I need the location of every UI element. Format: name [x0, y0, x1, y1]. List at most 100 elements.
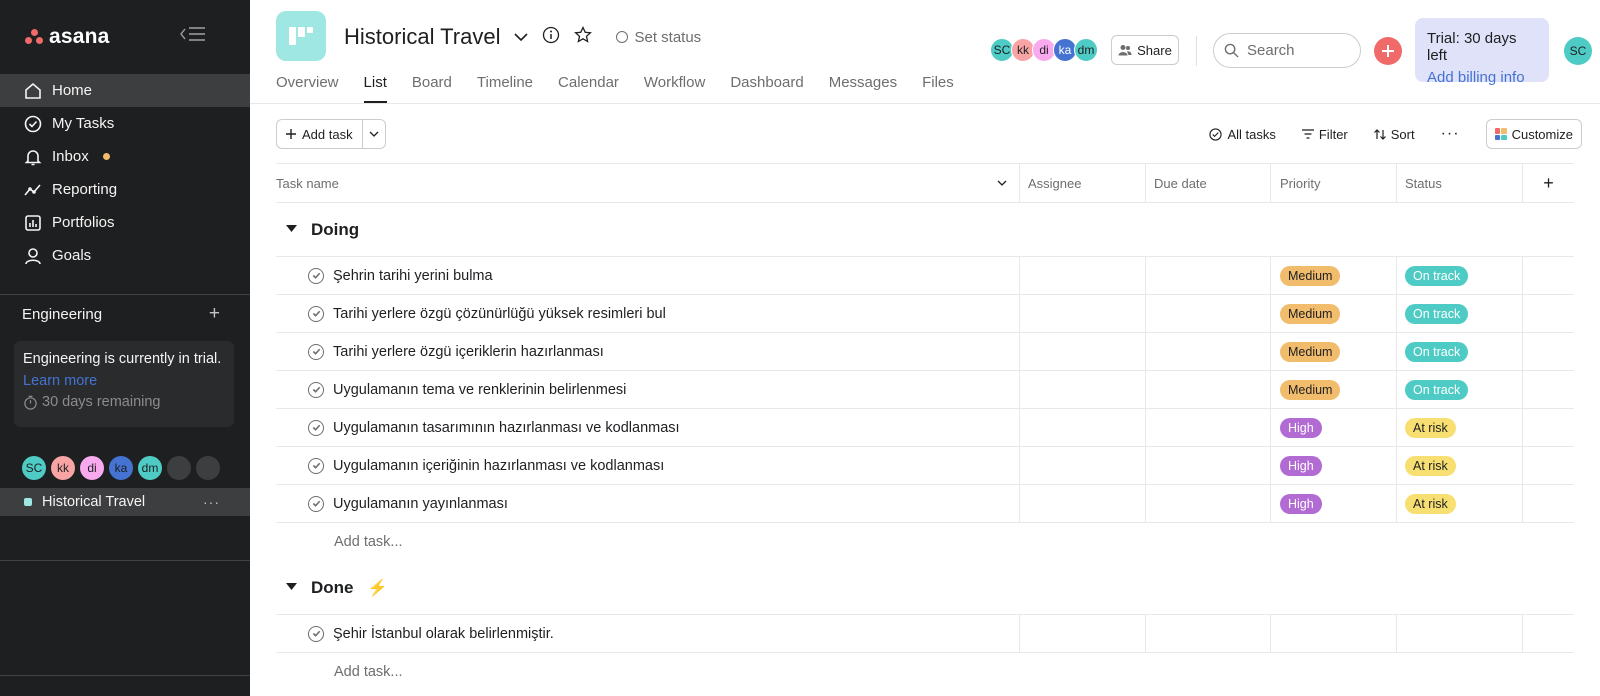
task-name[interactable]: Şehrin tarihi yerini bulma: [333, 268, 493, 284]
section-header[interactable]: Done ⚡: [276, 561, 1574, 615]
tab-workflow[interactable]: Workflow: [644, 74, 705, 102]
sidebar-item-goals[interactable]: Goals: [0, 239, 250, 272]
task-name-cell[interactable]: Uygulamanın tasarımının hazırlanması ve …: [276, 409, 1020, 446]
set-status-button[interactable]: Set status: [616, 29, 701, 46]
table-row[interactable]: Uygulamanın yayınlanması High At risk: [276, 485, 1574, 523]
info-icon[interactable]: [542, 26, 560, 49]
status-cell[interactable]: At risk: [1397, 485, 1523, 522]
task-name-cell[interactable]: Tarihi yerlere özgü içeriklerin hazırlan…: [276, 333, 1020, 370]
more-icon[interactable]: ···: [203, 494, 220, 510]
tab-messages[interactable]: Messages: [829, 74, 897, 102]
column-header-status[interactable]: Status: [1397, 164, 1523, 202]
table-row[interactable]: Şehir İstanbul olarak belirlenmiştir.: [276, 615, 1574, 653]
due-date-cell[interactable]: [1146, 409, 1271, 446]
learn-more-link[interactable]: Learn more: [23, 373, 225, 389]
due-date-cell[interactable]: [1146, 333, 1271, 370]
status-cell[interactable]: On track: [1397, 257, 1523, 294]
all-tasks-button[interactable]: All tasks: [1209, 127, 1276, 142]
due-date-cell[interactable]: [1146, 485, 1271, 522]
avatar[interactable]: SC: [22, 456, 46, 480]
customize-button[interactable]: Customize: [1485, 119, 1582, 149]
due-date-cell[interactable]: [1146, 615, 1271, 652]
task-name-cell[interactable]: Uygulamanın tema ve renklerinin belirlen…: [276, 371, 1020, 408]
sidebar-item-portfolios[interactable]: Portfolios: [0, 206, 250, 239]
table-row[interactable]: Şehrin tarihi yerini bulma Medium On track: [276, 257, 1574, 295]
tab-files[interactable]: Files: [922, 74, 954, 102]
tab-dashboard[interactable]: Dashboard: [730, 74, 803, 102]
priority-cell[interactable]: Medium: [1271, 295, 1397, 332]
complete-task-checkbox[interactable]: [308, 343, 324, 360]
add-task-row[interactable]: Add task...: [276, 523, 1574, 561]
table-row[interactable]: Tarihi yerlere özgü içeriklerin hazırlan…: [276, 333, 1574, 371]
task-name-cell[interactable]: Tarihi yerlere özgü çözünürlüğü yüksek r…: [276, 295, 1020, 332]
sort-button[interactable]: Sort: [1373, 127, 1415, 142]
table-row[interactable]: Uygulamanın içeriğinin hazırlanması ve k…: [276, 447, 1574, 485]
caret-down-icon[interactable]: [286, 582, 297, 593]
share-button[interactable]: Share: [1111, 35, 1179, 65]
project-members[interactable]: SC kk di ka dm: [990, 38, 1098, 62]
add-task-dropdown[interactable]: [363, 131, 385, 137]
section-header[interactable]: Doing: [276, 203, 1574, 257]
assignee-cell[interactable]: [1020, 485, 1146, 522]
status-cell[interactable]: On track: [1397, 295, 1523, 332]
priority-cell[interactable]: High: [1271, 485, 1397, 522]
task-name[interactable]: Uygulamanın içeriğinin hazırlanması ve k…: [333, 458, 664, 474]
priority-cell[interactable]: Medium: [1271, 257, 1397, 294]
complete-task-checkbox[interactable]: [308, 267, 324, 284]
sidebar-item-reporting[interactable]: Reporting: [0, 173, 250, 206]
task-name-cell[interactable]: Uygulamanın yayınlanması: [276, 485, 1020, 522]
page-title[interactable]: Historical Travel: [344, 24, 500, 50]
task-name[interactable]: Uygulamanın tasarımının hazırlanması ve …: [333, 420, 680, 436]
avatar-placeholder[interactable]: [167, 456, 191, 480]
avatar-placeholder[interactable]: [196, 456, 220, 480]
assignee-cell[interactable]: [1020, 333, 1146, 370]
task-name-cell[interactable]: Şehir İstanbul olarak belirlenmiştir.: [276, 615, 1020, 652]
chevron-down-icon[interactable]: [514, 27, 529, 47]
due-date-cell[interactable]: [1146, 295, 1271, 332]
assignee-cell[interactable]: [1020, 615, 1146, 652]
add-column-icon[interactable]: +: [1523, 164, 1574, 202]
task-name[interactable]: Tarihi yerlere özgü içeriklerin hazırlan…: [333, 344, 604, 360]
due-date-cell[interactable]: [1146, 447, 1271, 484]
avatar[interactable]: kk: [51, 456, 75, 480]
avatar[interactable]: di: [80, 456, 104, 480]
tab-overview[interactable]: Overview: [276, 74, 339, 102]
chevron-down-icon[interactable]: [997, 180, 1007, 186]
collapse-sidebar-icon[interactable]: [180, 26, 206, 47]
priority-cell[interactable]: Medium: [1271, 371, 1397, 408]
avatar[interactable]: dm: [1074, 38, 1098, 62]
section-name[interactable]: Done: [311, 578, 354, 598]
complete-task-checkbox[interactable]: [308, 625, 324, 642]
asana-logo[interactable]: asana: [25, 25, 110, 49]
complete-task-checkbox[interactable]: [308, 381, 324, 398]
status-cell[interactable]: On track: [1397, 333, 1523, 370]
assignee-cell[interactable]: [1020, 447, 1146, 484]
add-billing-link[interactable]: Add billing info: [1427, 69, 1537, 86]
priority-cell[interactable]: Medium: [1271, 333, 1397, 370]
task-name[interactable]: Uygulamanın yayınlanması: [333, 496, 508, 512]
status-cell[interactable]: At risk: [1397, 409, 1523, 446]
sidebar-project-historical-travel[interactable]: Historical Travel ···: [0, 488, 250, 516]
more-options-icon[interactable]: ···: [1441, 125, 1460, 143]
section-name[interactable]: Doing: [311, 220, 359, 240]
table-row[interactable]: Tarihi yerlere özgü çözünürlüğü yüksek r…: [276, 295, 1574, 333]
column-header-task-name[interactable]: Task name: [276, 164, 1020, 202]
column-header-due-date[interactable]: Due date: [1146, 164, 1271, 202]
sidebar-item-home[interactable]: Home: [0, 74, 250, 107]
filter-button[interactable]: Filter: [1301, 127, 1348, 142]
sidebar-item-my-tasks[interactable]: My Tasks: [0, 107, 250, 140]
priority-cell[interactable]: [1271, 615, 1397, 652]
star-icon[interactable]: [574, 25, 593, 49]
search-input[interactable]: Search: [1213, 33, 1361, 68]
tab-timeline[interactable]: Timeline: [477, 74, 533, 102]
task-name[interactable]: Şehir İstanbul olarak belirlenmiştir.: [333, 626, 554, 642]
avatar[interactable]: ka: [109, 456, 133, 480]
tab-board[interactable]: Board: [412, 74, 452, 102]
task-name-cell[interactable]: Uygulamanın içeriğinin hazırlanması ve k…: [276, 447, 1020, 484]
complete-task-checkbox[interactable]: [308, 305, 324, 322]
task-name[interactable]: Tarihi yerlere özgü çözünürlüğü yüksek r…: [333, 306, 666, 322]
add-project-icon[interactable]: +: [209, 304, 220, 323]
status-cell[interactable]: On track: [1397, 371, 1523, 408]
add-task-button[interactable]: Add task: [277, 120, 363, 148]
team-header[interactable]: Engineering +: [22, 304, 220, 323]
